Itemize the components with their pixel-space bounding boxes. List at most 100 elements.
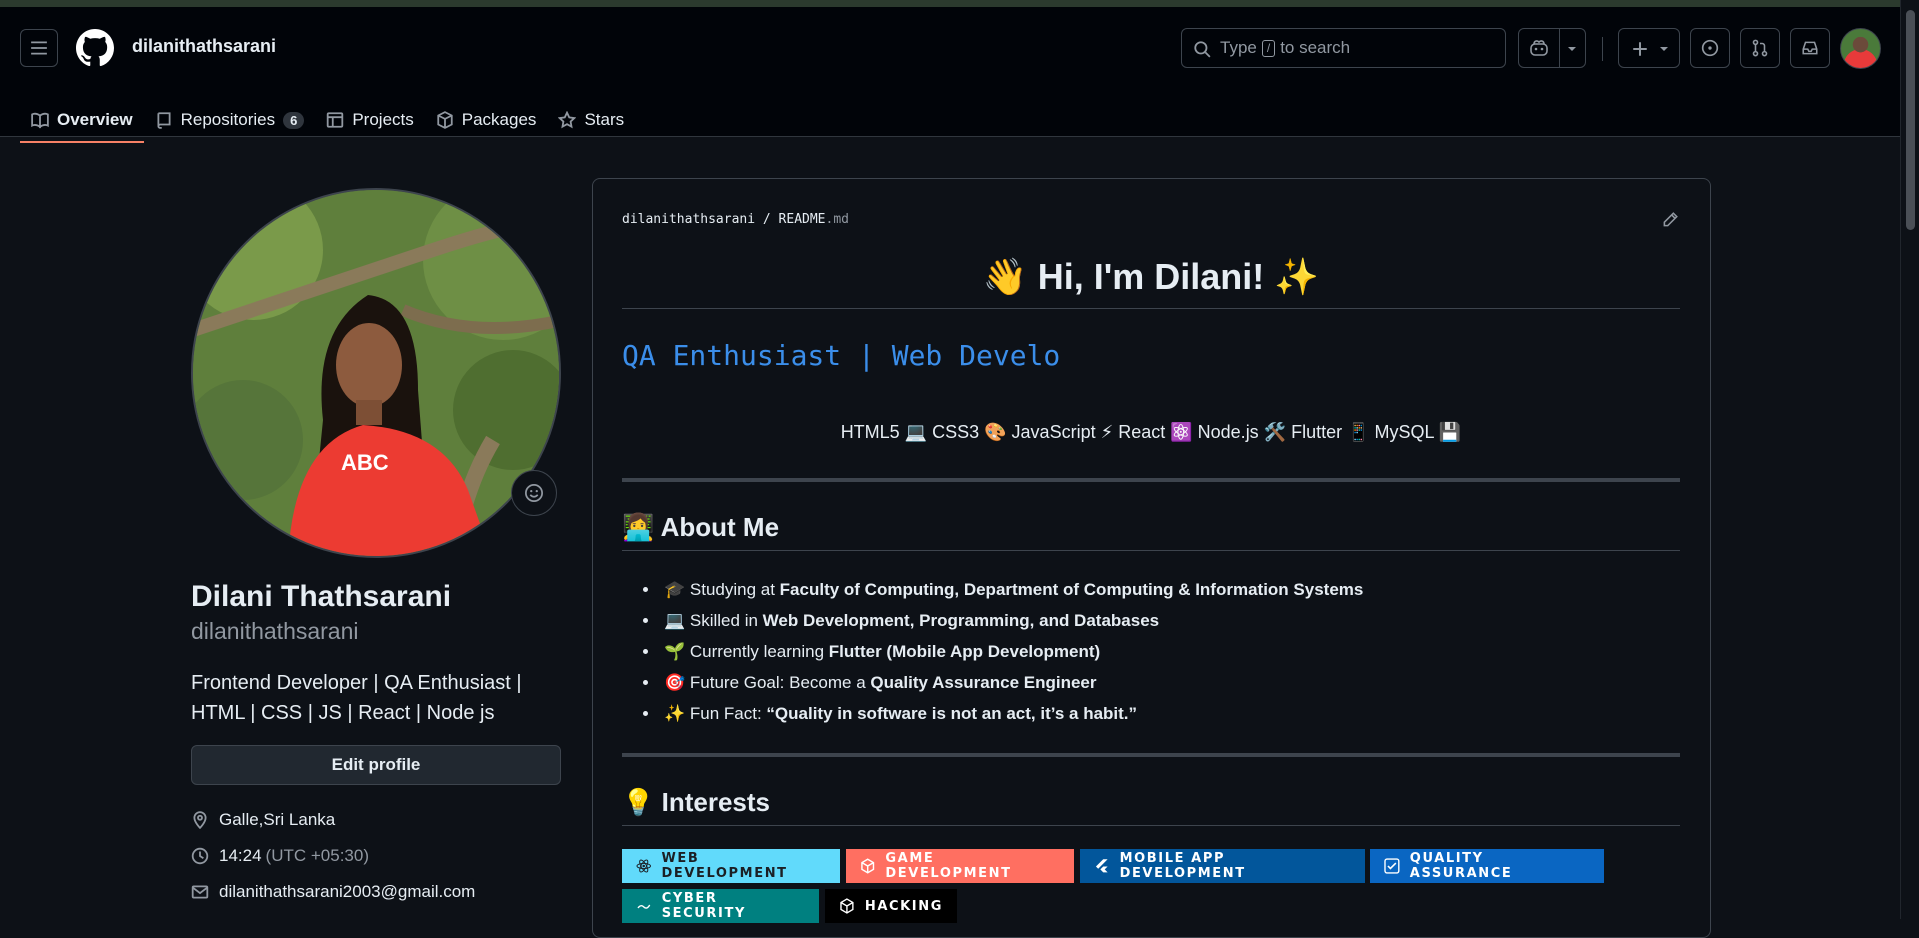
react-icon	[636, 859, 651, 873]
search-icon	[1194, 41, 1211, 58]
list-item-bold: Quality Assurance Engineer	[870, 673, 1097, 692]
readme-tech-stack: HTML5 💻 CSS3 🎨 JavaScript ⚡ React ⚛️ Nod…	[840, 422, 1462, 442]
header-username[interactable]: dilanithathsarani	[132, 36, 276, 57]
badge-quality-assurance[interactable]: QUALITY ASSURANCE	[1370, 849, 1604, 883]
badge-web-development[interactable]: WEB DEVELOPMENT	[622, 849, 840, 883]
badge-mobile-app-development[interactable]: MOBILE APP DEVELOPMENT	[1080, 849, 1365, 883]
set-status-button[interactable]	[511, 470, 557, 516]
profile-login: dilanithathsarani	[191, 618, 359, 644]
clock-icon	[191, 847, 209, 865]
badge-label: HACKING	[864, 898, 943, 914]
tab-packages[interactable]: Packages	[425, 97, 548, 143]
list-item: 🌱 Currently learning Flutter (Mobile App…	[660, 636, 1363, 667]
pull-request-icon	[1752, 39, 1768, 57]
book-icon	[31, 112, 49, 129]
page-scrollbar[interactable]	[1900, 0, 1919, 919]
readme-typing-banner: QA Enthusiast | Web Develo	[622, 339, 1061, 372]
badge-label: MOBILE APP DEVELOPMENT	[1119, 851, 1246, 881]
edit-profile-button[interactable]: Edit profile	[191, 745, 561, 785]
list-item: 🎓 Studying at Faculty of Computing, Depa…	[660, 574, 1363, 605]
top-accent-line	[0, 0, 1919, 7]
hamburger-icon	[31, 41, 47, 55]
badge-game-development[interactable]: GAME DEVELOPMENT	[846, 849, 1074, 883]
badge-label: GAME DEVELOPMENT	[885, 851, 1012, 881]
inbox-icon	[1802, 41, 1818, 55]
badge-label: CYBER SECURITY	[661, 891, 746, 921]
readme-greeting-heading: 👋 Hi, I'm Dilani! ✨	[622, 251, 1680, 309]
readme-path: dilanithathsarani / README.md	[622, 212, 849, 227]
svg-text:ABC: ABC	[341, 450, 389, 475]
list-item-text: 🎓 Studying at	[664, 580, 780, 599]
copilot-icon	[1530, 40, 1548, 56]
chevron-down-icon	[1660, 47, 1668, 51]
badge-hacking[interactable]: HACKING	[825, 889, 957, 923]
pencil-icon[interactable]	[1661, 211, 1679, 229]
copilot-button[interactable]	[1518, 28, 1586, 68]
readme-path-ext: .md	[825, 212, 849, 227]
table-icon	[327, 112, 344, 128]
list-item-text: ✨ Fun Fact:	[664, 704, 767, 723]
profile-local-time: 14:24 (UTC +05:30)	[191, 846, 369, 866]
about-list: 🎓 Studying at Faculty of Computing, Depa…	[648, 574, 1363, 729]
issues-button[interactable]	[1690, 28, 1730, 68]
pull-requests-button[interactable]	[1740, 28, 1780, 68]
section-divider	[622, 478, 1680, 482]
readme-path-user[interactable]: dilanithathsarani	[622, 212, 755, 227]
repo-icon	[157, 112, 171, 129]
profile-bio: Frontend Developer | QA Enthusiast | HTM…	[191, 668, 561, 728]
readme-path-file[interactable]: README	[779, 212, 826, 227]
interests-heading: 💡 Interests	[622, 782, 1680, 826]
menu-button[interactable]	[20, 29, 58, 67]
scrollbar-thumb[interactable]	[1906, 10, 1915, 230]
list-item-bold: Faculty of Computing, Department of Comp…	[779, 580, 1364, 599]
tab-overview[interactable]: Overview	[20, 97, 144, 143]
badge-label: QUALITY ASSURANCE	[1409, 851, 1513, 881]
tab-label: Overview	[57, 110, 133, 129]
plus-icon	[1633, 42, 1647, 56]
list-item-bold: Web Development, Programming, and Databa…	[762, 611, 1160, 630]
flutter-icon	[1095, 859, 1108, 873]
badge-cyber-security[interactable]: CYBER SECURITY	[622, 889, 819, 923]
readme-path-separator: /	[762, 212, 771, 227]
search-placeholder-prefix: Type	[1220, 38, 1257, 57]
location-text: Galle,Sri Lanka	[219, 810, 336, 829]
list-item-bold: Flutter (Mobile App Development)	[828, 642, 1101, 661]
timezone-text: (UTC +05:30)	[265, 846, 369, 865]
user-avatar[interactable]	[1840, 28, 1881, 69]
list-item: 🎯 Future Goal: Become a Quality Assuranc…	[660, 667, 1363, 698]
package-icon	[437, 111, 453, 129]
github-logo-icon[interactable]	[76, 29, 114, 67]
hack-icon	[840, 898, 854, 914]
list-item-bold: “Quality in software is not an act, it’s…	[766, 704, 1138, 723]
selenium-icon	[1384, 858, 1400, 874]
section-divider	[622, 753, 1680, 757]
time-text: 14:24	[219, 846, 262, 865]
about-heading: 👩‍💻 About Me	[622, 507, 1680, 551]
smiley-icon	[525, 484, 543, 502]
readme-card: dilanithathsarani / README.md 👋 Hi, I'm …	[592, 178, 1711, 938]
profile-photo[interactable]: ABC	[191, 188, 561, 558]
star-icon	[558, 111, 577, 129]
tab-projects[interactable]: Projects	[315, 97, 424, 143]
profile-location: Galle,Sri Lanka	[191, 810, 335, 830]
bio-line: HTML | CSS | JS | React | Node js	[191, 702, 495, 724]
search-placeholder-suffix: to search	[1280, 38, 1351, 57]
mail-icon	[191, 885, 209, 899]
tab-label: Packages	[461, 110, 537, 129]
chevron-down-icon	[1568, 47, 1576, 51]
list-item-text: 💻 Skilled in	[664, 611, 763, 630]
list-item-text: 🎯 Future Goal: Become a	[664, 673, 871, 692]
profile-full-name: Dilani Thathsarani	[191, 580, 452, 613]
email-link[interactable]: dilanithathsarani2003@gmail.com	[219, 882, 475, 902]
list-item: 💻 Skilled in Web Development, Programmin…	[660, 605, 1363, 636]
tab-label: Projects	[352, 110, 414, 129]
tab-label: Repositories	[180, 110, 276, 129]
search-input[interactable]: Type / to search	[1181, 28, 1506, 68]
global-header: dilanithathsarani Type / to search Overv…	[0, 7, 1900, 143]
security-icon	[637, 904, 651, 909]
tab-repositories[interactable]: Repositories 6	[144, 97, 316, 143]
create-new-button[interactable]	[1618, 28, 1680, 68]
repo-count-badge: 6	[283, 111, 305, 129]
tab-stars[interactable]: Stars	[547, 97, 635, 143]
inbox-button[interactable]	[1790, 28, 1830, 68]
